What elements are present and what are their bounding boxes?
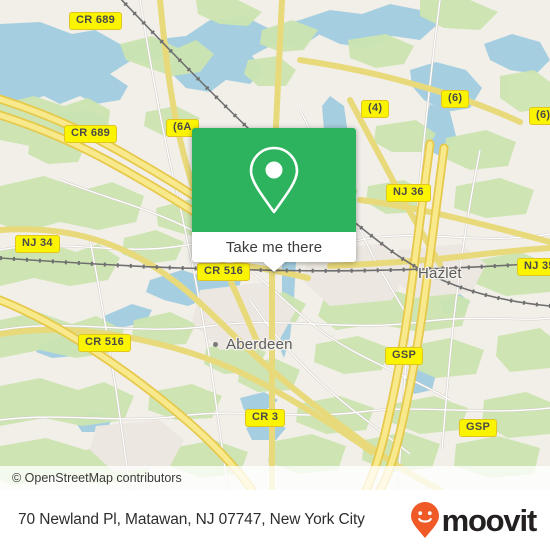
location-popup[interactable]: Take me there: [192, 128, 356, 272]
road-shield-4: (4): [361, 100, 390, 118]
road-shield-nj34: NJ 34: [15, 235, 60, 253]
road-shield-cr516-north: CR 516: [197, 263, 251, 281]
map-screenshot: Hazlet Aberdeen CR 689 CR 689 (6A (4) (6…: [0, 0, 550, 550]
map-canvas[interactable]: Hazlet Aberdeen CR 689 CR 689 (6A (4) (6…: [0, 0, 550, 490]
moovit-smiley-pin-icon: [410, 502, 439, 538]
road-shield-cr3: CR 3: [245, 409, 286, 427]
map-attribution-bar: © OpenStreetMap contributors: [0, 466, 550, 490]
map-pin-icon: [249, 146, 299, 214]
road-shield-cr516-west: CR 516: [78, 334, 132, 352]
road-shield-nj36: NJ 36: [386, 184, 431, 202]
road-shield-gsp-north: GSP: [385, 347, 424, 365]
moovit-wordmark: moovit: [441, 502, 538, 538]
popup-pointer: [263, 262, 285, 272]
road-shield-6-right: (6): [529, 107, 550, 125]
place-dot-aberdeen: [213, 342, 218, 347]
road-shield-nj35: NJ 35: [517, 258, 550, 276]
road-shield-6-center: (6): [441, 90, 470, 108]
attribution-text: © OpenStreetMap contributors: [12, 471, 182, 485]
footer-bar: 70 Newland Pl, Matawan, NJ 07747, New Yo…: [0, 490, 550, 550]
take-me-there-label: Take me there: [225, 238, 323, 256]
popup-header: [192, 128, 356, 232]
road-shield-cr689-south: CR 689: [64, 125, 118, 143]
road-shield-cr689-north: CR 689: [69, 12, 123, 30]
moovit-logo[interactable]: moovit: [410, 501, 538, 539]
popup-footer[interactable]: Take me there: [192, 232, 356, 272]
road-shield-gsp-south: GSP: [459, 419, 498, 437]
address-label: 70 Newland Pl, Matawan, NJ 07747, New Yo…: [18, 511, 365, 528]
